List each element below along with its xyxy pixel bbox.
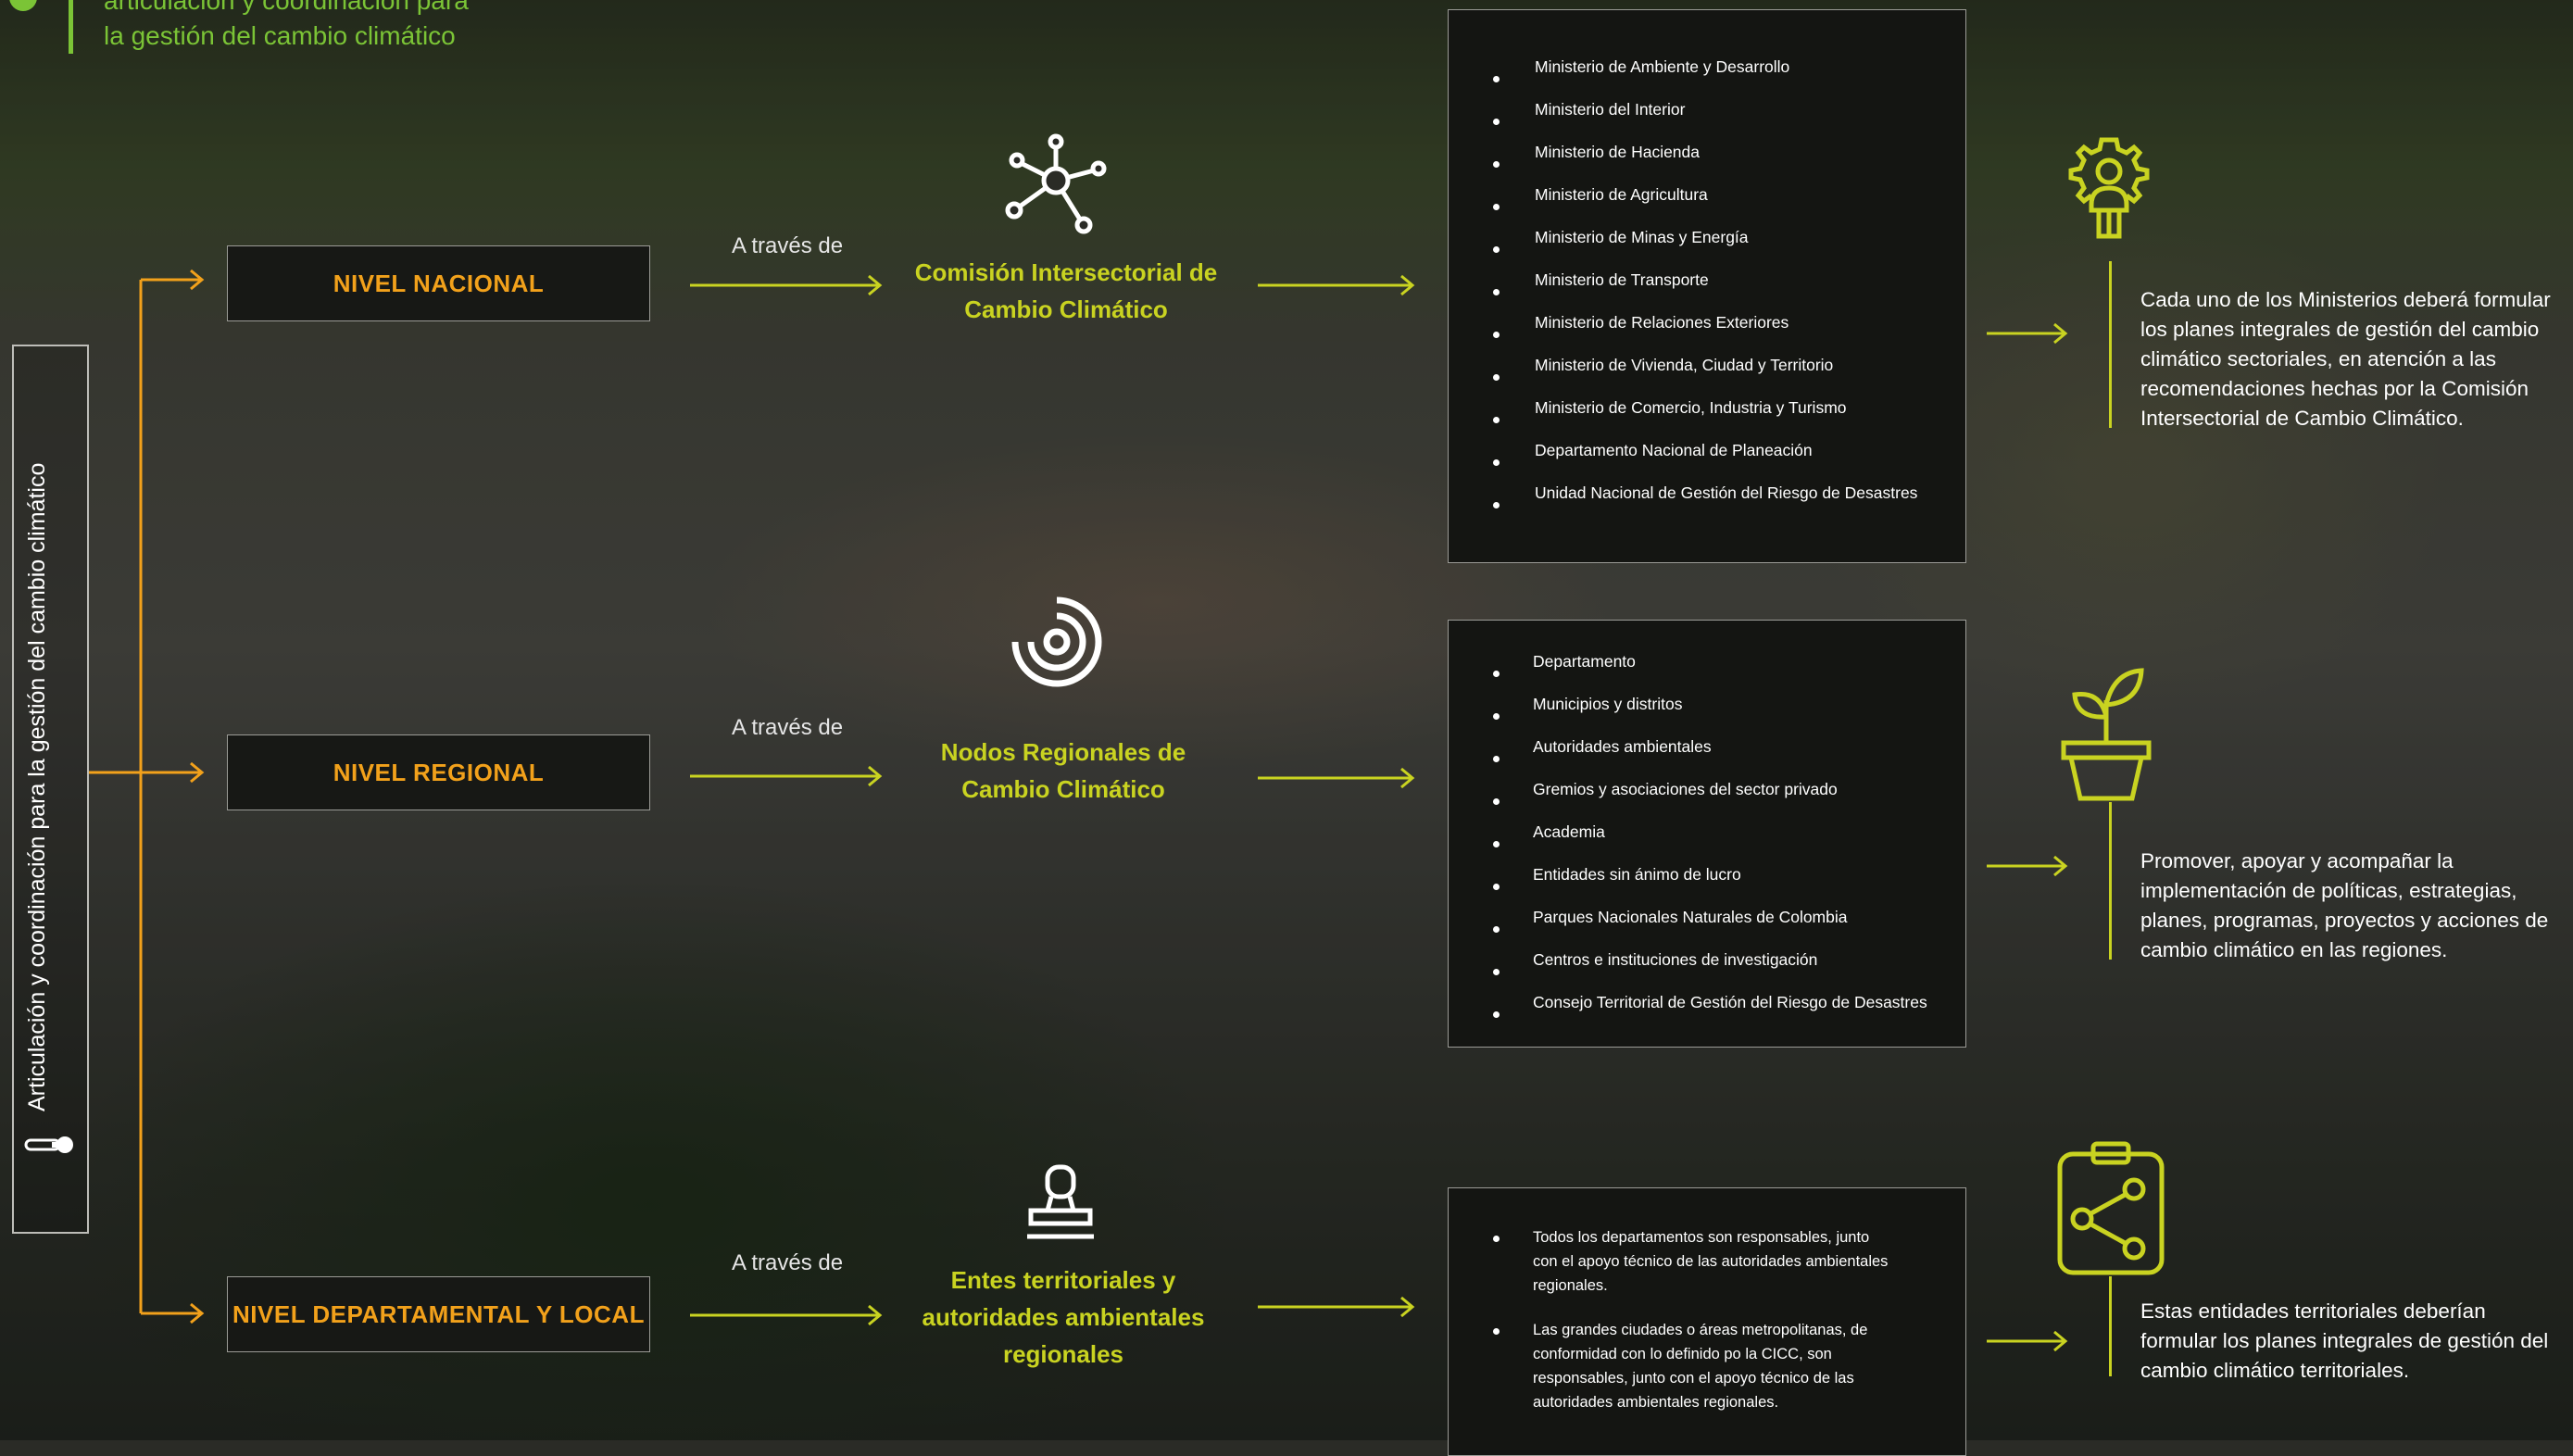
list-item: Departamento	[1449, 652, 1965, 695]
members-list-nacional: Ministerio de Ambiente y Desarrollo Mini…	[1448, 9, 1966, 563]
result-text-departamental: Estas entidades territoriales deberían f…	[2140, 1299, 2549, 1382]
network-nodes-icon	[1005, 133, 1107, 234]
stamp-icon	[1027, 1164, 1094, 1239]
list-item: Municipios y distritos	[1449, 695, 1965, 737]
via-label-departamental: A través de	[732, 1250, 844, 1275]
level-box-regional: NIVEL REGIONAL	[227, 734, 650, 810]
result-text-nacional: Cada uno de los Ministerios deberá formu…	[2140, 288, 2551, 430]
list-item: Ministerio de Transporte	[1449, 270, 1965, 313]
branch-connector	[89, 269, 2068, 1352]
list-item: Entidades sin ánimo de lucro	[1449, 865, 1965, 908]
members-list-departamental: Todos los departamentos son responsables…	[1448, 1187, 1966, 1456]
list-item: Academia	[1449, 822, 1965, 865]
level-box-departamental: NIVEL DEPARTAMENTAL Y LOCAL	[227, 1276, 650, 1352]
list-item: Centros e instituciones de investigación	[1449, 950, 1965, 993]
list-item: Departamento Nacional de Planeación	[1449, 441, 1965, 483]
entity-line: Entes territoriales y	[950, 1266, 1176, 1294]
list-item: Unidad Nacional de Gestión del Riesgo de…	[1449, 483, 1965, 526]
entity-name-regional: Nodos Regionales de Cambio Climático	[906, 734, 1221, 808]
concentric-circles-icon	[1011, 596, 1102, 687]
entity-line: Cambio Climático	[964, 295, 1168, 323]
list-item: Ministerio del Interior	[1449, 100, 1965, 143]
level-box-nacional: NIVEL NACIONAL	[227, 245, 650, 321]
entity-name-departamental: Entes territoriales y autoridades ambien…	[906, 1261, 1221, 1373]
list-item: Autoridades ambientales	[1449, 737, 1965, 780]
result-divider	[2109, 1276, 2112, 1376]
list-item: Ministerio de Agricultura	[1449, 185, 1965, 228]
entity-line: Cambio Climático	[961, 775, 1165, 803]
list-item: Ministerio de Vivienda, Ciudad y Territo…	[1449, 356, 1965, 398]
clipboard-share-icon	[2057, 1141, 2165, 1275]
result-text-regional: Promover, apoyar y acompañar la implemen…	[2140, 849, 2549, 961]
list-item: Todos los departamentos son responsables…	[1449, 1225, 1965, 1298]
list-item: Ministerio de Hacienda	[1449, 143, 1965, 185]
list-item: Ministerio de Ambiente y Desarrollo	[1449, 57, 1965, 100]
via-label-nacional: A través de	[732, 233, 844, 258]
list-item: Ministerio de Minas y Energía	[1449, 228, 1965, 270]
list-item: Parques Nacionales Naturales de Colombia	[1449, 908, 1965, 950]
members-list-regional: Departamento Municipios y distritos Auto…	[1448, 620, 1966, 1048]
result-divider	[2109, 261, 2112, 428]
potted-plant-icon	[2061, 668, 2152, 801]
list-item: Ministerio de Relaciones Exteriores	[1449, 313, 1965, 356]
via-label-regional: A través de	[732, 715, 844, 740]
entity-line: autoridades ambientales	[922, 1303, 1205, 1331]
result-divider	[2109, 802, 2112, 960]
list-item: Ministerio de Comercio, Industria y Turi…	[1449, 398, 1965, 441]
entity-line: Comisión Intersectorial de	[914, 258, 1218, 286]
list-item: Las grandes ciudades o áreas metropolita…	[1449, 1318, 1965, 1414]
entity-line: Nodos Regionales de	[940, 738, 1186, 766]
list-item: Consejo Territorial de Gestión del Riesg…	[1449, 993, 1965, 1036]
entity-name-nacional: Comisión Intersectorial de Cambio Climát…	[909, 254, 1224, 328]
gear-person-icon	[2068, 137, 2150, 239]
list-item: Gremios y asociaciones del sector privad…	[1449, 780, 1965, 822]
entity-line: regionales	[1002, 1340, 1124, 1368]
